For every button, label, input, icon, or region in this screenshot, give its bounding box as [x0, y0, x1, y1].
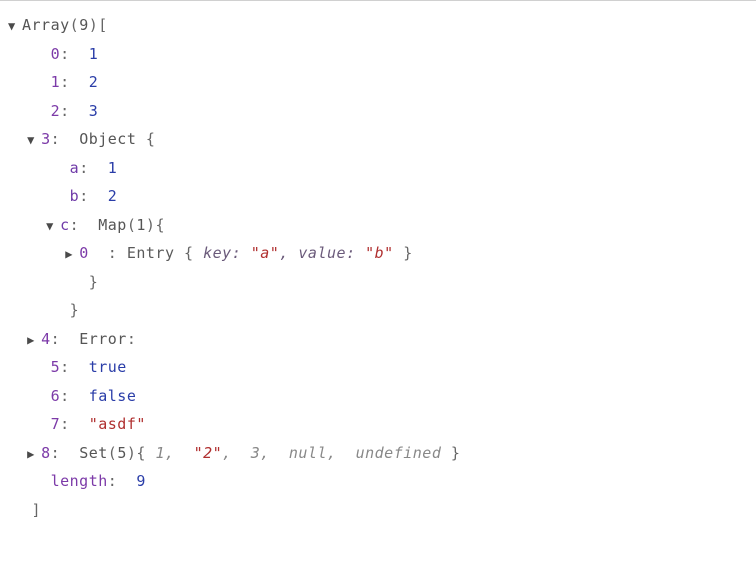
map-header[interactable]: ▼c: Map(1){: [8, 211, 748, 240]
entry-type: Entry: [127, 244, 175, 262]
prop-key: c: [60, 216, 70, 234]
array-header[interactable]: ▼Array(9)[: [8, 11, 748, 40]
object-type: Object: [79, 130, 136, 148]
disclosure-down-icon[interactable]: ▼: [46, 215, 60, 238]
item-index: 5: [51, 358, 61, 376]
item-index: 2: [51, 102, 61, 120]
object-prop[interactable]: b: 2: [8, 182, 748, 211]
root-type: Array: [22, 16, 70, 34]
entry-key-value: "a": [251, 244, 280, 262]
set-preview-item: "2": [194, 444, 223, 462]
error-item[interactable]: ▶4: Error:: [8, 325, 748, 354]
array-item[interactable]: 5: true: [8, 353, 748, 382]
item-index: 4: [41, 330, 51, 348]
array-item[interactable]: 7: "asdf": [8, 410, 748, 439]
prop-value: 2: [108, 187, 118, 205]
set-preview-item: 1: [155, 444, 165, 462]
set-preview-item: null: [289, 444, 327, 462]
item-index: 3: [41, 130, 51, 148]
array-length[interactable]: length: 9: [8, 467, 748, 496]
map-close: }: [8, 268, 748, 297]
root-count: 9: [79, 16, 89, 34]
disclosure-right-icon[interactable]: ▶: [65, 243, 79, 266]
item-index: 7: [51, 415, 61, 433]
entry-key-label: key: [203, 244, 232, 262]
set-item[interactable]: ▶8: Set(5){ 1, "2", 3, null, undefined }: [8, 439, 748, 468]
error-type: Error: [79, 330, 127, 348]
map-type: Map: [98, 216, 127, 234]
item-index: 6: [51, 387, 61, 405]
array-item[interactable]: 0: 1: [8, 40, 748, 69]
item-value: 3: [89, 102, 99, 120]
item-value: 2: [89, 73, 99, 91]
disclosure-down-icon[interactable]: ▼: [8, 15, 22, 38]
item-index: 1: [51, 73, 61, 91]
prop-value: 1: [108, 159, 118, 177]
array-item[interactable]: 6: false: [8, 382, 748, 411]
array-close: ]: [8, 496, 748, 525]
array-item[interactable]: 2: 3: [8, 97, 748, 126]
disclosure-down-icon[interactable]: ▼: [27, 129, 41, 152]
inspector-panel: ▼Array(9)[ 0: 1 1: 2 2: 3 ▼3: Object { a…: [0, 0, 756, 542]
object-close: }: [8, 296, 748, 325]
item-value: 1: [89, 45, 99, 63]
array-item[interactable]: 1: 2: [8, 68, 748, 97]
prop-key: a: [70, 159, 80, 177]
set-preview-item: undefined: [356, 444, 442, 462]
entry-value-label: value: [298, 244, 346, 262]
item-index: 8: [41, 444, 51, 462]
length-value: 9: [136, 472, 146, 490]
item-value: true: [89, 358, 127, 376]
prop-key: b: [70, 187, 80, 205]
disclosure-right-icon[interactable]: ▶: [27, 443, 41, 466]
disclosure-right-icon[interactable]: ▶: [27, 329, 41, 352]
set-type: Set: [79, 444, 108, 462]
entry-index: 0: [79, 244, 89, 262]
item-value: false: [89, 387, 137, 405]
object-prop[interactable]: a: 1: [8, 154, 748, 183]
item-index: 0: [51, 45, 61, 63]
object-header[interactable]: ▼3: Object {: [8, 125, 748, 154]
set-preview-item: 3: [251, 444, 261, 462]
entry-value-value: "b": [365, 244, 394, 262]
length-key: length: [51, 472, 108, 490]
item-value: "asdf": [89, 415, 146, 433]
map-entry[interactable]: ▶0 : Entry { key: "a", value: "b" }: [8, 239, 748, 268]
